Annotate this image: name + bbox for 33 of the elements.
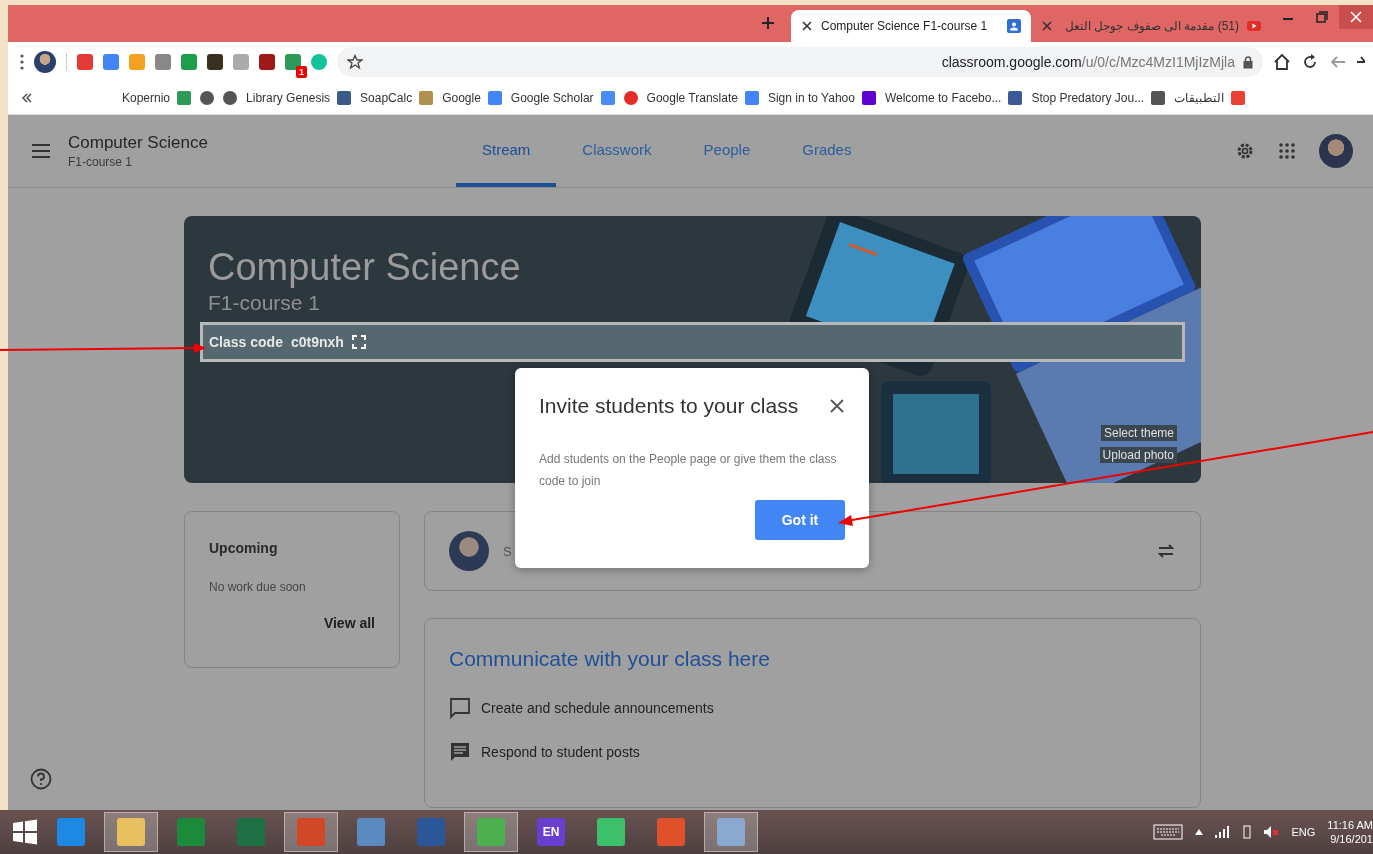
banner-link[interactable]: Upload photo [1099,447,1177,463]
class-title[interactable]: Computer Science [68,133,438,153]
clock[interactable]: 11:16 AM 9/16/201 [1327,818,1373,846]
bookmark[interactable]: Google Translate [646,91,759,105]
bookmark[interactable]: التطبيقات [1174,91,1246,105]
tip-text: Create and schedule announcements [481,700,714,716]
bookmark[interactable]: Welcome to Facebo... [884,91,1023,105]
bookmark[interactable]: Sign in to Yahoo [767,91,876,105]
bookmark[interactable]: Stop Predatory Jou... [1031,91,1166,105]
taskbar-app[interactable]: EN [524,812,578,852]
class-section: F1-course 1 [68,155,438,169]
post-prompt: S [503,543,512,559]
bookmark[interactable]: SoapCalc [360,91,434,105]
bookmark[interactable]: Library Genesis [246,91,352,105]
card-title: Upcoming [209,540,279,556]
dialog-text: Add students on the People page or give them the class code to join [539,451,838,490]
view-all-link[interactable]: View all [323,615,375,631]
class-code-bar: Class code c0t9nxh [200,322,1185,362]
banner-section: F1-course 1 [208,291,521,315]
notification-badge: 1 [296,66,307,78]
banner-link[interactable]: Select theme [1100,425,1177,441]
dialog-title: Invite students to your class [539,394,799,418]
tip-text: Respond to student posts [481,744,640,760]
bookmark[interactable]: Google [442,91,502,105]
language-indicator[interactable]: ENG [1291,826,1316,838]
bookmark[interactable]: Google Scholar [510,91,615,105]
card-title: Communicate with your class here [449,647,771,671]
card-text: No work due soon [209,580,307,594]
banner-title: Computer Science [208,246,521,289]
got-it-button[interactable]: Got it [755,500,845,540]
bookmark[interactable]: Kopernio [122,91,192,105]
browser-tab[interactable]: Computer Science F1-course 1 [791,10,1031,42]
address-bar[interactable]: classroom.google.com/u/0/c/Mzc4MzI1MjIzMjla [337,47,1263,77]
